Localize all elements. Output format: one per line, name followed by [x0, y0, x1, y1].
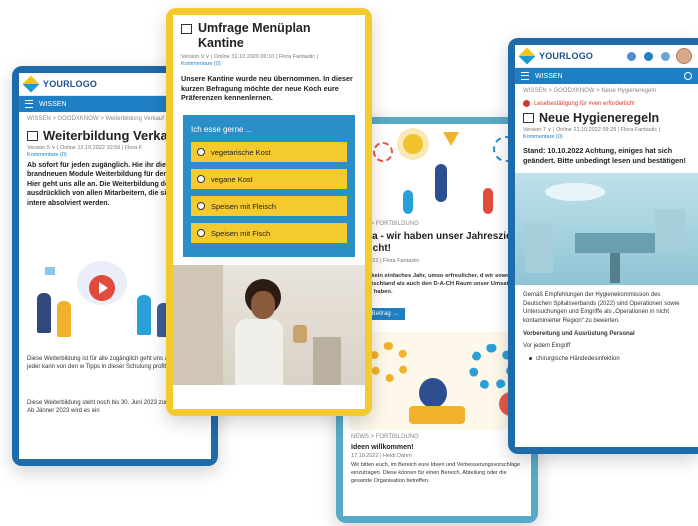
survey-option-label: vegane Kost: [211, 174, 253, 184]
article-icon: [523, 113, 534, 123]
logo-icon: [518, 47, 536, 65]
nav-label: WISSEN: [39, 100, 67, 108]
title-row: Umfrage Menüplan Kantine: [173, 15, 365, 51]
read-confirmation-text: Lesebestätigung für #ven erforderlich!: [534, 100, 635, 107]
menu-icon[interactable]: [521, 72, 529, 80]
search-icon[interactable]: [684, 72, 692, 80]
survey-option[interactable]: vegetarische Kost: [191, 142, 347, 163]
logo-text: YOURLOGO: [539, 51, 594, 61]
nav-bar: WISSEN: [515, 68, 698, 84]
read-confirmation-notice: Lesebestätigung für #ven erforderlich!: [515, 98, 698, 109]
lead-text: Stand: 10.10.2022 Achtung, einiges hat s…: [523, 146, 686, 165]
radio-icon[interactable]: [197, 202, 205, 211]
screen: YOURLOGO WISSEN WISSEN > GOODXKNOW > Neu…: [515, 45, 698, 447]
logo-text: YOURLOGO: [43, 79, 98, 89]
survey-option-label: vegetarische Kost: [211, 147, 271, 157]
page-title: Umfrage Menüplan Kantine: [198, 21, 311, 50]
page-title: Neue Hygieneregeln: [539, 111, 660, 125]
bullet-text: chirurgische Händedesinfektion: [536, 355, 620, 362]
survey-options: vegetarische Kost vegane Kost Speisen mit …: [191, 142, 347, 244]
ideas-illustration: [349, 332, 525, 431]
radio-icon[interactable]: [197, 148, 205, 157]
star-icon[interactable]: [644, 51, 653, 61]
survey-option[interactable]: vegane Kost: [191, 169, 347, 190]
nav-label: WISSEN: [535, 72, 563, 80]
news-headline-2[interactable]: Ideen willkommen!: [343, 444, 531, 451]
app-bar: YOURLOGO: [515, 45, 698, 68]
bullet-item: chirurgische Händedesinfektion: [515, 351, 698, 363]
comments-link[interactable]: Kommentare (0): [173, 60, 365, 70]
settings-icon[interactable]: [627, 51, 636, 61]
chef-photo: [173, 265, 365, 386]
survey-question: Ich esse gerne ...: [191, 125, 253, 135]
bell-icon[interactable]: [661, 51, 670, 61]
version-meta[interactable]: Version 9 ∨ | Online 31.10.2020 09:10 | …: [173, 51, 365, 60]
news-tag-2: NEWS > FORTBILDUNG: [351, 434, 419, 441]
screen: Umfrage Menüplan Kantine Version 9 ∨ | O…: [173, 15, 365, 409]
survey-option[interactable]: Speisen mit Fisch: [191, 223, 347, 244]
operating-room-photo: [515, 173, 698, 286]
alert-icon: [523, 100, 530, 107]
news-meta-2: 17.10.2022 | Heidi Dahm: [351, 453, 412, 460]
survey-card: Ich esse gerne ... vegetarische Kost vega…: [183, 115, 355, 258]
avatar[interactable]: [676, 48, 692, 64]
radio-icon[interactable]: [197, 229, 205, 238]
play-icon[interactable]: [99, 282, 108, 294]
survey-option[interactable]: Speisen mit Fleisch: [191, 196, 347, 217]
survey-option-label: Speisen mit Fisch: [211, 228, 271, 238]
body-text-2: Vor jedem Eingriff: [523, 343, 571, 350]
radio-icon[interactable]: [197, 175, 205, 184]
menu-icon[interactable]: [25, 100, 33, 108]
logo-icon: [22, 75, 40, 93]
comments-link[interactable]: Kommentare (0): [515, 133, 698, 143]
bullet-icon: [529, 357, 532, 361]
page-title: Weiterbildung Verka: [43, 128, 168, 143]
article-icon: [27, 130, 38, 141]
lead-text: Unsere Kantine wurde neu übernommen. In …: [181, 74, 353, 103]
body-text-1: Gemäß Empfehlungen der Hygienekommission…: [523, 292, 680, 324]
phone-mockup-umfrage: Umfrage Menüplan Kantine Version 9 ∨ | O…: [166, 8, 372, 416]
survey-icon: [181, 24, 192, 34]
survey-option-label: Speisen mit Fleisch: [211, 201, 277, 211]
section-heading: Vorbereitung und Ausrüstung Personal: [523, 331, 635, 337]
breadcrumb[interactable]: WISSEN > GOODXKNOW > Neue Hygieneregeln: [515, 84, 698, 98]
phone-mockup-hygiene: YOURLOGO WISSEN WISSEN > GOODXKNOW > Neu…: [508, 38, 698, 454]
title-row: Neue Hygieneregeln: [515, 109, 698, 127]
news-text-2: Wir bitten euch, im Bereich eure Ideen u…: [351, 462, 521, 484]
